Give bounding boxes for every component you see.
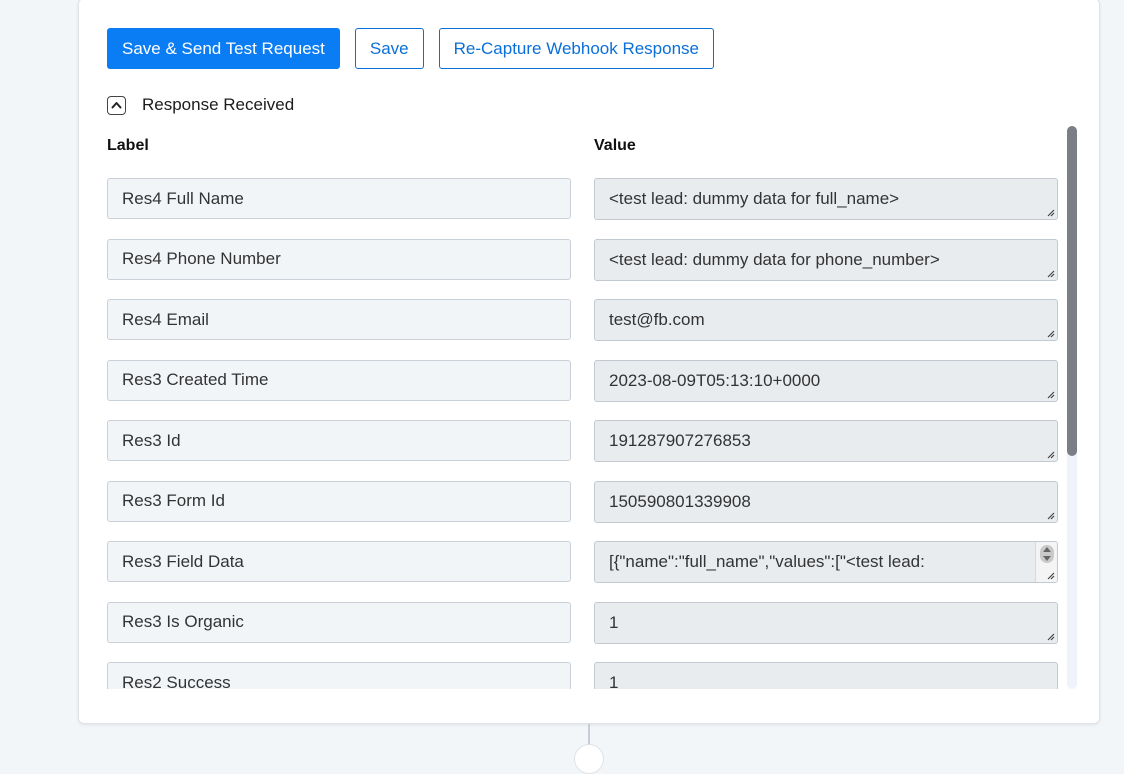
- action-toolbar: Save & Send Test Request Save Re-Capture…: [107, 28, 715, 69]
- field-row: Res3 Field Data [{"name":"full_name","val…: [107, 534, 1059, 583]
- field-label-input[interactable]: Res3 Id: [107, 420, 571, 461]
- field-row: Res3 Id 191287907276853: [107, 413, 1059, 462]
- save-send-test-request-button[interactable]: Save & Send Test Request: [107, 28, 340, 69]
- field-label-input[interactable]: Res3 Created Time: [107, 359, 571, 401]
- resize-grip-icon[interactable]: [1045, 328, 1055, 338]
- field-label-input[interactable]: Res2 Success: [107, 662, 571, 689]
- field-row: Res4 Email test@fb.com: [107, 292, 1059, 341]
- save-button[interactable]: Save: [354, 28, 424, 69]
- field-label-input[interactable]: Res3 Field Data: [107, 541, 571, 582]
- resize-grip-icon[interactable]: [1045, 268, 1055, 278]
- field-label-input[interactable]: Res3 Form Id: [107, 480, 571, 522]
- field-value-textarea[interactable]: 1: [594, 662, 1058, 689]
- list-scrollbar-thumb[interactable]: [1067, 126, 1077, 456]
- recapture-webhook-response-button[interactable]: Re-Capture Webhook Response: [438, 28, 715, 69]
- field-value-textarea[interactable]: test@fb.com: [594, 299, 1058, 341]
- field-value-text: 2023-08-09T05:13:10+0000: [609, 370, 821, 390]
- flow-connector-node[interactable]: [574, 744, 604, 774]
- resize-grip-icon[interactable]: [1045, 449, 1055, 459]
- field-row: Res3 Is Organic 1: [107, 595, 1059, 644]
- webhook-response-panel: Save & Send Test Request Save Re-Capture…: [78, 0, 1100, 724]
- field-value-text: <test lead: dummy data for phone_number>: [609, 249, 940, 269]
- field-value-textarea[interactable]: 191287907276853: [594, 420, 1058, 462]
- response-received-header: Response Received: [107, 95, 294, 115]
- field-label-input[interactable]: Res4 Email: [107, 299, 571, 340]
- resize-grip-icon[interactable]: [1045, 570, 1055, 580]
- field-value-textarea[interactable]: [{"name":"full_name","values":["<test le…: [594, 541, 1058, 583]
- field-row: Res2 Success 1: [107, 655, 1059, 689]
- field-row: Res4 Phone Number <test lead: dummy data …: [107, 232, 1059, 281]
- list-scrollbar[interactable]: [1067, 126, 1077, 689]
- field-value-textarea[interactable]: 150590801339908: [594, 480, 1058, 523]
- scroll-arrows-icon[interactable]: [1040, 545, 1054, 563]
- field-value-textarea[interactable]: <test lead: dummy data for full_name>: [594, 178, 1058, 220]
- label-column-header: Label: [107, 137, 149, 154]
- section-title: Response Received: [142, 95, 295, 114]
- field-value-text: 150590801339908: [609, 491, 751, 511]
- field-value-text: 1: [609, 673, 619, 689]
- field-value-textarea[interactable]: 1: [594, 601, 1058, 644]
- field-value-text: 191287907276853: [609, 431, 751, 450]
- field-label-input[interactable]: Res3 Is Organic: [107, 601, 571, 643]
- field-value-textarea[interactable]: <test lead: dummy data for phone_number>: [594, 238, 1058, 281]
- value-column-header: Value: [594, 137, 636, 154]
- field-value-text: test@fb.com: [609, 310, 705, 329]
- chevron-up-icon[interactable]: [107, 95, 126, 115]
- field-value-text: 1: [609, 612, 619, 632]
- field-mapping-list: Res4 Full Name <test lead: dummy data for…: [107, 171, 1059, 689]
- field-row: Res3 Form Id 150590801339908: [107, 474, 1059, 523]
- resize-grip-icon[interactable]: [1045, 207, 1055, 217]
- resize-grip-icon[interactable]: [1045, 389, 1055, 399]
- field-value-textarea[interactable]: 2023-08-09T05:13:10+0000: [594, 359, 1058, 402]
- resize-grip-icon[interactable]: [1045, 510, 1055, 520]
- field-row: Res4 Full Name <test lead: dummy data for…: [107, 171, 1059, 220]
- field-label-input[interactable]: Res4 Full Name: [107, 178, 571, 219]
- field-value-text: [{"name":"full_name","values":["<test le…: [609, 552, 925, 571]
- field-row: Res3 Created Time 2023-08-09T05:13:10+000…: [107, 353, 1059, 402]
- field-value-text: <test lead: dummy data for full_name>: [609, 189, 900, 208]
- resize-grip-icon[interactable]: [1045, 631, 1055, 641]
- field-label-input[interactable]: Res4 Phone Number: [107, 238, 571, 280]
